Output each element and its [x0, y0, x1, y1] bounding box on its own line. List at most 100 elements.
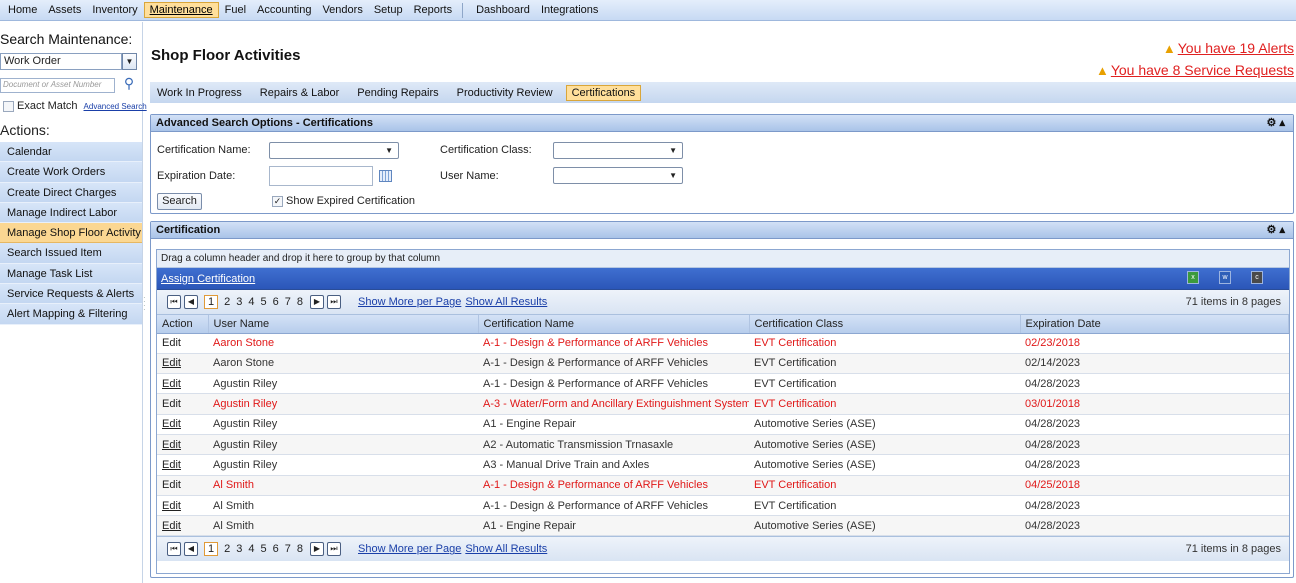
menu-item-setup[interactable]: Setup: [369, 2, 408, 18]
assign-certification-link[interactable]: Assign Certification: [161, 273, 255, 285]
edit-link[interactable]: Edit: [157, 454, 208, 476]
tab-certifications[interactable]: Certifications: [565, 84, 642, 101]
page-number[interactable]: 8: [297, 296, 303, 308]
search-icon[interactable]: ⚲: [121, 75, 137, 93]
tab-repairs-labor[interactable]: Repairs & Labor: [255, 85, 345, 101]
exp-date-input[interactable]: [269, 166, 373, 186]
sidebar-item-service-requests-alerts[interactable]: Service Requests & Alerts: [0, 284, 142, 305]
cell-exp: 04/28/2023: [1020, 373, 1289, 395]
show-all-results-link[interactable]: Show All Results: [465, 543, 547, 555]
sidebar-resize-grip[interactable]: · · · ·: [143, 294, 147, 316]
menu-item-inventory[interactable]: Inventory: [87, 2, 142, 18]
page-number[interactable]: 1: [204, 295, 219, 309]
advanced-search-panel: Advanced Search Options - Certifications…: [150, 114, 1294, 214]
sidebar-item-calendar[interactable]: Calendar: [0, 142, 142, 163]
user-name-select[interactable]: ▼: [553, 167, 683, 184]
page-number[interactable]: 8: [297, 543, 303, 555]
chevron-down-icon[interactable]: ▼: [122, 53, 137, 70]
menu-item-dashboard[interactable]: Dashboard: [471, 2, 535, 18]
page-number[interactable]: 7: [285, 296, 291, 308]
menu-item-maintenance[interactable]: Maintenance: [143, 2, 219, 18]
column-header-certification-name[interactable]: Certification Name: [478, 315, 750, 334]
edit-link[interactable]: Edit: [157, 495, 208, 517]
certification-panel-header: Certification ⚙ ▴: [151, 222, 1293, 239]
column-header-expiration-date[interactable]: Expiration Date: [1020, 315, 1289, 334]
menu-item-fuel[interactable]: Fuel: [220, 2, 251, 18]
edit-link[interactable]: Edit: [157, 373, 208, 395]
gear-icon[interactable]: ⚙: [1267, 117, 1277, 129]
sidebar-item-search-issued-item[interactable]: Search Issued Item: [0, 243, 142, 264]
menu-item-vendors[interactable]: Vendors: [317, 2, 367, 18]
search-button[interactable]: Search: [157, 193, 202, 210]
document-asset-input[interactable]: Document or Asset Number: [0, 78, 115, 93]
menu-item-home[interactable]: Home: [3, 2, 42, 18]
group-by-bar[interactable]: Drag a column header and drop it here to…: [157, 250, 1289, 268]
column-header-user-name[interactable]: User Name: [208, 315, 479, 334]
first-page-button[interactable]: ⏮: [167, 295, 181, 309]
show-more-per-page-link[interactable]: Show More per Page: [358, 296, 461, 308]
page-number[interactable]: 4: [248, 543, 254, 555]
sidebar-item-create-direct-charges[interactable]: Create Direct Charges: [0, 182, 142, 203]
export-csv-icon[interactable]: c: [1251, 271, 1263, 284]
service-requests-link[interactable]: You have 8 Service Requests: [1111, 62, 1294, 78]
page-number[interactable]: 7: [285, 543, 291, 555]
sidebar-item-create-work-orders[interactable]: Create Work Orders: [0, 162, 142, 183]
next-page-button[interactable]: ▶: [310, 295, 324, 309]
page-number[interactable]: 3: [236, 543, 242, 555]
cert-name-select[interactable]: ▼: [269, 142, 399, 159]
page-number[interactable]: 3: [236, 296, 242, 308]
edit-link[interactable]: Edit: [157, 353, 208, 375]
last-page-button[interactable]: ⏭: [327, 295, 341, 309]
show-more-per-page-link[interactable]: Show More per Page: [358, 543, 461, 555]
sidebar-item-manage-indirect-labor[interactable]: Manage Indirect Labor: [0, 202, 142, 224]
exact-match-checkbox[interactable]: [3, 100, 14, 112]
edit-link[interactable]: Edit: [157, 333, 208, 354]
prev-page-button[interactable]: ◀: [184, 542, 198, 557]
page-number[interactable]: 5: [261, 543, 267, 555]
cert-class-select[interactable]: ▼: [553, 142, 683, 159]
edit-link[interactable]: Edit: [157, 475, 208, 496]
cell-exp: 04/28/2023: [1020, 434, 1289, 456]
page-number[interactable]: 6: [273, 296, 279, 308]
page-number[interactable]: 4: [248, 296, 254, 308]
gear-icon[interactable]: ⚙: [1267, 224, 1277, 236]
next-page-button[interactable]: ▶: [310, 542, 324, 557]
advanced-search-link[interactable]: Advanced Search: [84, 102, 147, 111]
export-excel-icon[interactable]: x: [1187, 271, 1199, 284]
collapse-icon[interactable]: ▴: [1279, 117, 1285, 129]
prev-page-button[interactable]: ◀: [184, 295, 198, 309]
menu-item-reports[interactable]: Reports: [409, 2, 458, 18]
tab-productivity-review[interactable]: Productivity Review: [452, 85, 558, 101]
calendar-icon[interactable]: [379, 170, 392, 182]
search-type-select[interactable]: Work Order: [0, 53, 122, 70]
cert-class-label: Certification Class:: [440, 144, 532, 156]
show-all-results-link[interactable]: Show All Results: [465, 296, 547, 308]
collapse-icon[interactable]: ▴: [1279, 224, 1285, 236]
page-number[interactable]: 5: [261, 296, 267, 308]
edit-link[interactable]: Edit: [157, 434, 208, 456]
menu-item-assets[interactable]: Assets: [43, 2, 86, 18]
export-word-icon[interactable]: w: [1219, 271, 1231, 284]
menu-item-integrations[interactable]: Integrations: [536, 2, 603, 18]
edit-link[interactable]: Edit: [157, 414, 208, 435]
tab-pending-repairs[interactable]: Pending Repairs: [352, 85, 443, 101]
show-expired-row: ✓ Show Expired Certification: [272, 195, 415, 207]
sidebar-item-alert-mapping-filtering[interactable]: Alert Mapping & Filtering: [0, 304, 142, 325]
sidebar-item-manage-task-list[interactable]: Manage Task List: [0, 263, 142, 285]
tab-work-in-progress[interactable]: Work In Progress: [152, 85, 247, 101]
page-number[interactable]: 1: [204, 542, 219, 557]
column-header-certification-class[interactable]: Certification Class: [749, 315, 1021, 334]
show-expired-checkbox[interactable]: ✓: [272, 195, 283, 207]
page-number[interactable]: 2: [224, 296, 230, 308]
page-number[interactable]: 6: [273, 543, 279, 555]
edit-link[interactable]: Edit: [157, 515, 208, 537]
menu-item-accounting[interactable]: Accounting: [252, 2, 316, 18]
last-page-button[interactable]: ⏭: [327, 542, 341, 557]
pager-bottom: ⏮ ◀ 1 2 3 4 5 6 7 8 ▶ ⏭ Show More per Page Show All R…: [157, 536, 1289, 562]
sidebar-item-manage-shop-floor-activity[interactable]: Manage Shop Floor Activity: [0, 223, 142, 244]
page-number[interactable]: 2: [224, 543, 230, 555]
column-header-action[interactable]: Action: [157, 315, 209, 334]
alerts-link[interactable]: You have 19 Alerts: [1178, 40, 1294, 56]
edit-link[interactable]: Edit: [157, 393, 208, 415]
first-page-button[interactable]: ⏮: [167, 542, 181, 557]
